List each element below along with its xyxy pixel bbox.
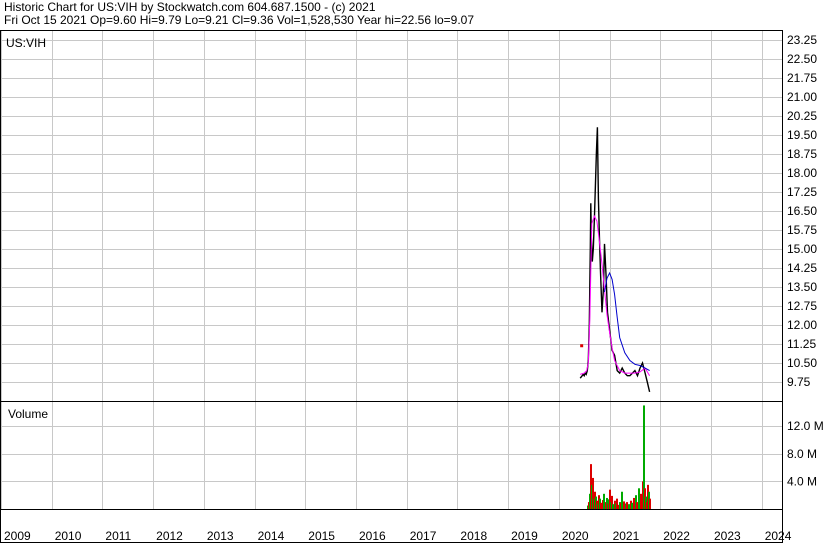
volume-label: Volume [8,407,48,421]
volume-bar [640,493,642,509]
price-series [579,127,651,393]
grid-lines [1,31,782,509]
year-tick-label: 2015 [308,529,335,543]
price-tick-label: 12.00 [787,318,817,332]
year-axis: 2009 2010 2011 2012 2013 2014 2015 2016 2017 2018… [4,529,792,543]
price-tick-label: 14.25 [787,261,817,275]
price-tick-label: 11.25 [787,337,816,351]
price-tick-label: 10.50 [787,356,817,370]
volume-bar [617,504,619,509]
volume-bar [600,502,602,509]
year-tick-label: 2017 [410,529,437,543]
volume-bar [603,493,605,509]
price-tick-label: 9.75 [787,375,811,389]
price-tick-label: 19.50 [787,128,817,142]
price-tick-label: 17.25 [787,185,817,199]
year-tick-label: 2012 [156,529,183,543]
volume-bar [633,497,635,509]
volume-bar [621,491,623,509]
volume-tick-label: 12.0 M [787,419,824,433]
year-tick-label: 2009 [4,529,31,543]
price-tick-label: 18.75 [787,147,817,161]
volume-bar [649,498,651,509]
price-tick-label: 15.75 [787,223,817,237]
year-tick-label: 2010 [55,529,82,543]
price-tick-label: 21.00 [787,90,817,104]
volume-bar [631,502,633,509]
symbol-label: US:VIH [6,36,46,50]
volume-bar [636,502,638,509]
volume-bar [626,502,628,509]
volume-axis: 12.0 M 8.0 M 4.0 M [787,419,824,488]
year-tick-label: 2016 [359,529,386,543]
year-tick-label: 2019 [511,529,538,543]
volume-bar [628,504,630,509]
price-tick-label: 15.00 [787,242,817,256]
year-tick-label: 2023 [714,529,741,543]
data-point [580,344,584,348]
price-tick-label: 18.00 [787,166,817,180]
price-tick-label: 20.25 [787,109,817,123]
year-tick-label: 2024 [765,529,792,543]
year-tick-label: 2014 [258,529,285,543]
year-tick-label: 2013 [207,529,234,543]
chart-frame [0,30,783,543]
year-tick-label: 2018 [460,529,487,543]
price-tick-label: 16.50 [787,204,817,218]
year-tick-label: 2021 [613,529,640,543]
price-tick-label: 22.50 [787,52,817,66]
volume-bar [638,488,640,509]
volume-bars [587,405,651,509]
year-tick-label: 2020 [562,529,589,543]
volume-bar [623,501,625,509]
volume-tick-label: 4.0 M [787,474,817,488]
price-tick-label: 23.25 [787,33,817,47]
price-tick-label: 12.75 [787,299,817,313]
year-tick-label: 2011 [105,529,131,543]
volume-bar [612,504,614,509]
price-axis: 23.25 22.50 21.75 21.00 20.25 19.50 18.75 18.00… [787,33,817,389]
volume-tick-label: 8.0 M [787,447,817,461]
price-tick-label: 13.50 [787,280,817,294]
year-tick-label: 2022 [663,529,690,543]
stock-chart: US:VIH Volume 23.25 22.50 21.75 21.00 20.25 1… [0,30,824,543]
price-tick-label: 21.75 [787,71,817,85]
